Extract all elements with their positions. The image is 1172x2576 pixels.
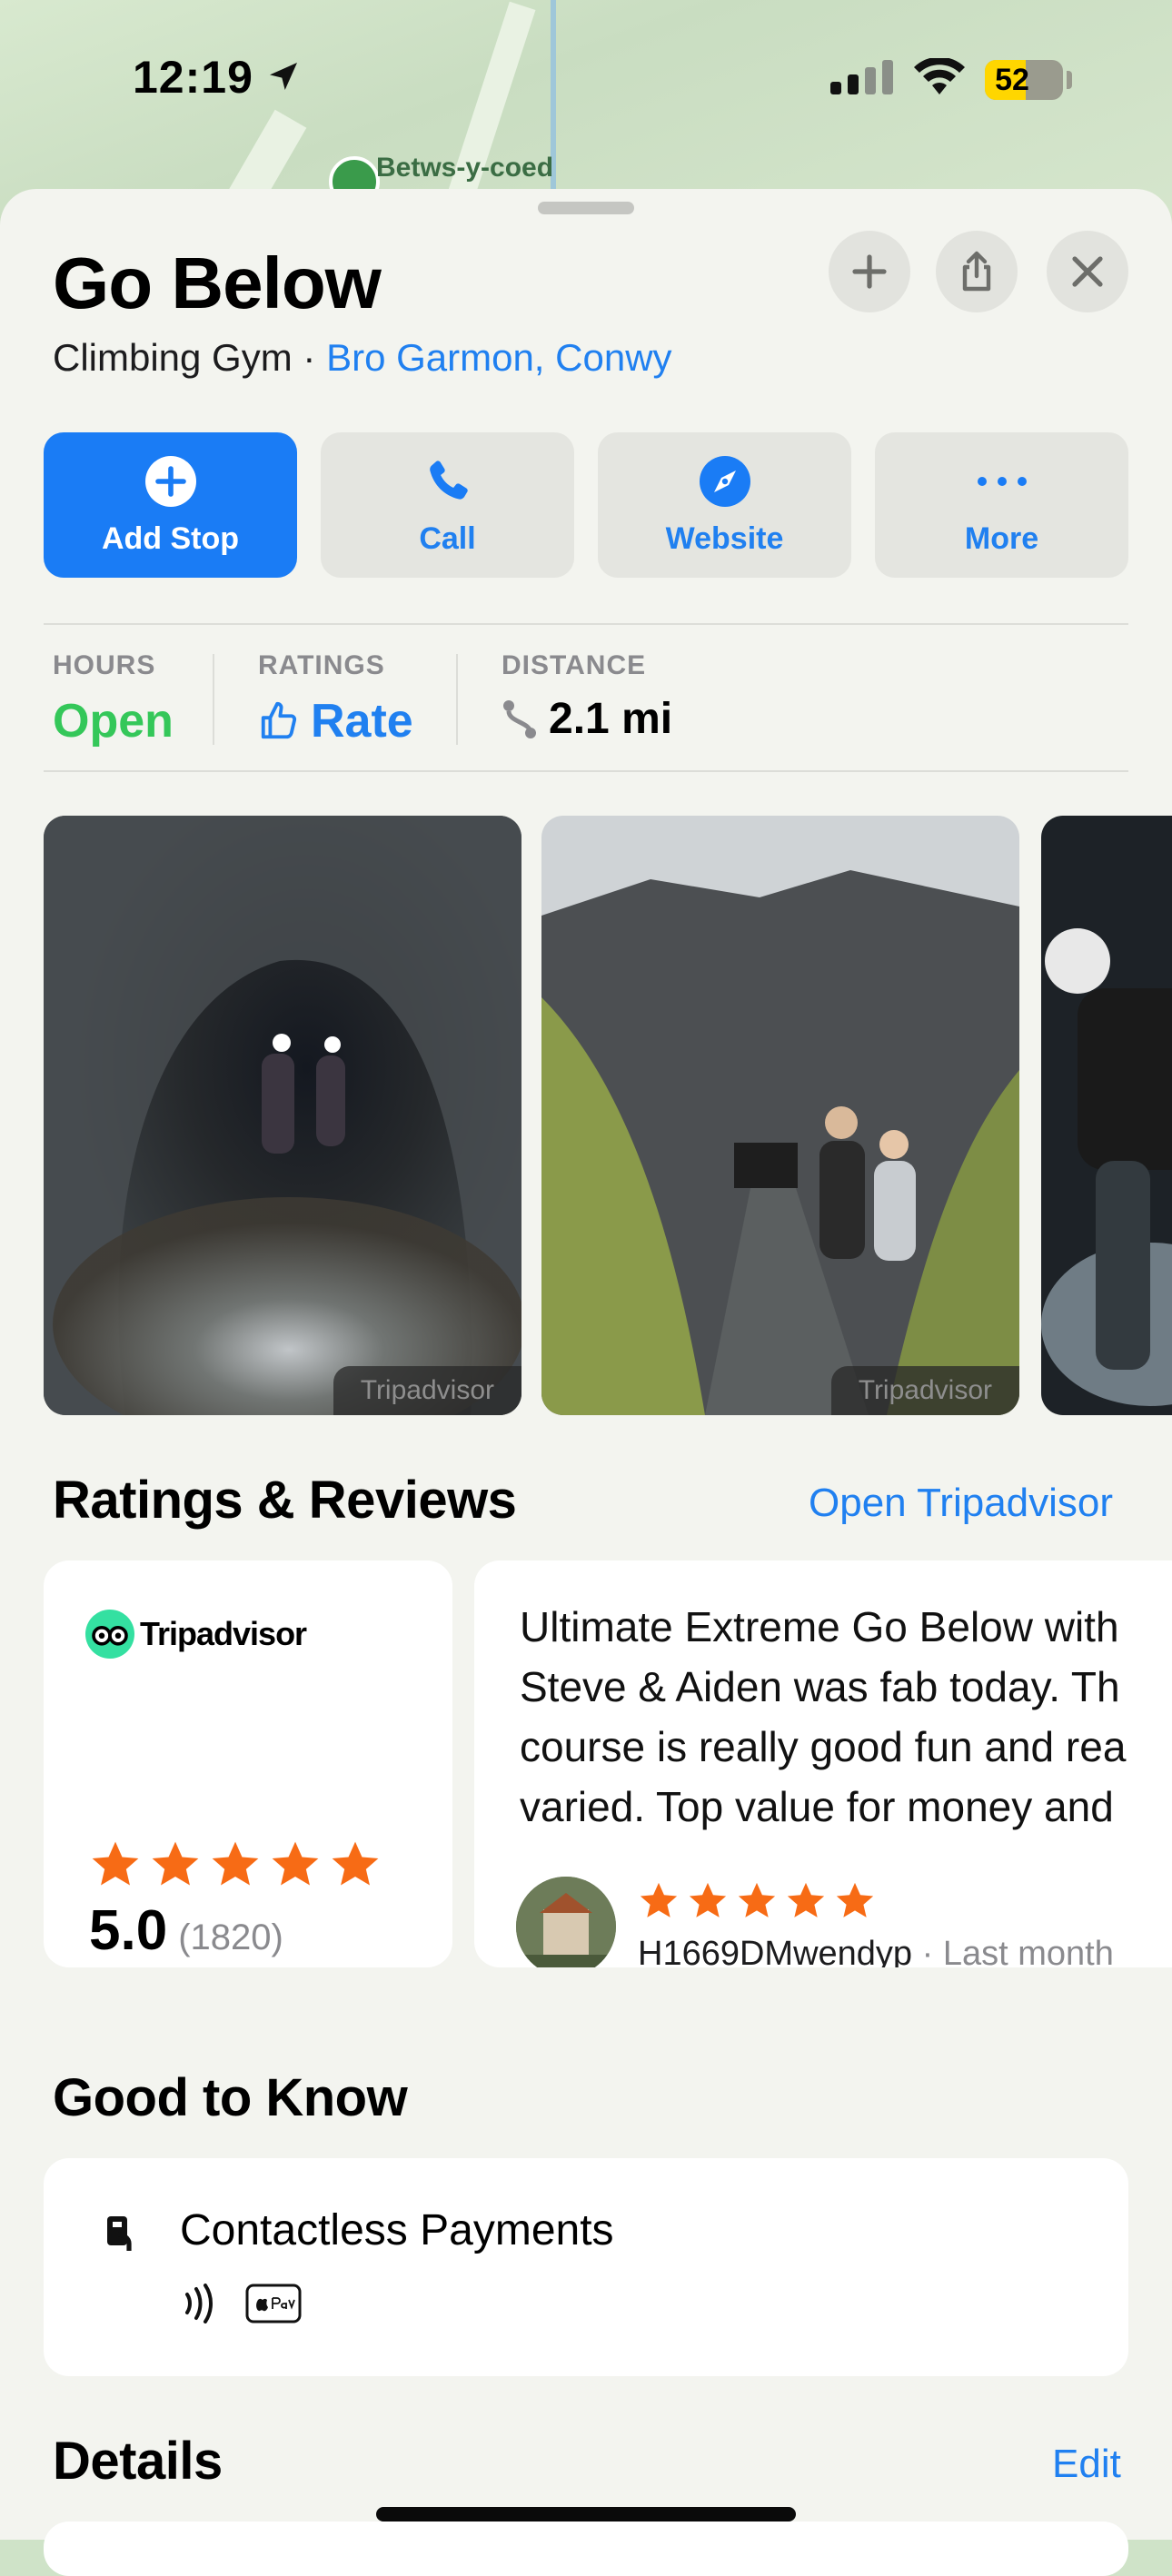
photo-carousel[interactable]: Tripadvisor Tripadvisor — [44, 816, 1172, 1415]
divider — [44, 623, 1128, 625]
rating-summary-card[interactable]: Tripadvisor 5.0 (1820) — [44, 1560, 452, 1967]
star-icon — [272, 1841, 319, 1886]
star-icon — [640, 1882, 678, 1917]
apple-pay-icon — [245, 2284, 302, 2323]
review-count: (1820) — [178, 1917, 283, 1957]
place-title: Go Below — [53, 243, 382, 323]
cellular-signal-icon — [830, 60, 893, 94]
good-to-know-card: Contactless Payments — [44, 2158, 1128, 2376]
photo-mine-entrance[interactable]: Tripadvisor — [541, 816, 1019, 1415]
distance-value: 2.1 mi — [549, 695, 673, 743]
battery-icon: 52 — [985, 60, 1063, 100]
place-location-link[interactable]: Bro Garmon, Conwy — [326, 336, 671, 379]
sheet-grabber[interactable] — [538, 202, 634, 214]
wifi-icon — [914, 58, 965, 94]
rating-score: 5.0 (1820) — [89, 1898, 283, 1963]
star-icon — [738, 1882, 776, 1917]
hours-info[interactable]: HOURS Open — [53, 650, 174, 748]
home-indicator[interactable] — [376, 2507, 796, 2522]
ratings-info[interactable]: RATINGS Rate — [258, 650, 413, 748]
plus-icon — [852, 254, 887, 289]
reviewer-line: H1669DMwendyp · Last month — [638, 1935, 1114, 1967]
star-icon — [689, 1882, 727, 1917]
nfc-icon — [185, 2284, 213, 2323]
review-text: Ultimate Extreme Go Below with Steve & A… — [520, 1597, 1172, 1837]
status-time: 12:19 — [133, 52, 253, 103]
score-value: 5.0 — [89, 1899, 168, 1962]
place-subtitle: Climbing Gym · Bro Garmon, Conwy — [53, 336, 672, 380]
star-icon — [787, 1882, 825, 1917]
route-icon — [503, 699, 536, 738]
tripadvisor-logo: Tripadvisor — [85, 1610, 307, 1659]
photo-climber[interactable] — [1041, 816, 1172, 1415]
thumbs-up-icon — [261, 701, 297, 739]
review-line: course is really good fun and rea — [520, 1723, 1127, 1770]
action-buttons: Add Stop Call Website More — [44, 432, 1128, 578]
review-date: · Last month — [912, 1935, 1114, 1967]
share-icon — [962, 251, 991, 292]
hours-label: HOURS — [53, 650, 156, 680]
distance-info[interactable]: DISTANCE 2.1 mi — [502, 650, 672, 744]
website-label: Website — [665, 520, 784, 556]
add-stop-button[interactable]: Add Stop — [44, 432, 297, 578]
place-category: Climbing Gym — [53, 336, 293, 379]
star-icon — [212, 1841, 259, 1886]
star-icon — [836, 1882, 874, 1917]
summary-stars — [89, 1838, 382, 1891]
ratings-reviews-title: Ratings & Reviews — [53, 1471, 517, 1530]
photo-tunnel[interactable]: Tripadvisor — [44, 816, 521, 1415]
star-icon — [332, 1841, 379, 1886]
ratings-label: RATINGS — [258, 650, 385, 680]
contactless-payment-icon — [107, 2216, 132, 2251]
place-sheet: Go Below Climbing Gym · Bro Garmon, Conw… — [0, 189, 1172, 2576]
distance-label: DISTANCE — [502, 650, 647, 680]
review-card[interactable]: Ultimate Extreme Go Below with Steve & A… — [474, 1560, 1172, 1967]
open-tripadvisor-link[interactable]: Open Tripadvisor — [809, 1481, 1113, 1526]
review-line: Steve & Aiden was fab today. Th — [520, 1663, 1120, 1710]
status-bar: 12:19 52 — [0, 0, 1172, 154]
photo-credit: Tripadvisor — [830, 1366, 1019, 1415]
edit-details-link[interactable]: Edit — [1052, 2442, 1121, 2487]
star-icon — [92, 1841, 139, 1886]
photo-credit: Tripadvisor — [333, 1366, 521, 1415]
compass-icon — [699, 455, 750, 507]
call-button[interactable]: Call — [321, 432, 574, 578]
subtitle-separator: · — [303, 336, 316, 379]
call-label: Call — [419, 520, 476, 556]
reviewer-avatar — [516, 1877, 616, 1967]
rate-value: Rate — [311, 695, 413, 748]
more-label: More — [964, 520, 1039, 556]
details-card — [44, 2522, 1128, 2576]
details-title: Details — [53, 2432, 223, 2491]
close-icon — [1072, 256, 1103, 287]
divider — [44, 770, 1128, 772]
reviewer-name: H1669DMwendyp — [638, 1935, 913, 1967]
photo-image — [1041, 816, 1172, 1415]
plus-circle-icon — [144, 455, 196, 507]
good-to-know-title: Good to Know — [53, 2068, 408, 2127]
photo-image — [541, 816, 1019, 1415]
ellipsis-icon — [977, 476, 1027, 486]
photo-image — [44, 816, 521, 1415]
hours-value: Open — [53, 695, 174, 748]
review-line: Ultimate Extreme Go Below with — [520, 1603, 1119, 1650]
add-button[interactable] — [829, 231, 910, 312]
tripadvisor-wordmark: Tripadvisor — [140, 1615, 307, 1652]
review-line: varied. Top value for money and — [520, 1783, 1114, 1830]
share-button[interactable] — [936, 231, 1018, 312]
map-place-label: Betws-y-coed — [376, 153, 554, 183]
location-arrow-icon — [270, 63, 297, 90]
tripadvisor-owl-icon — [85, 1610, 134, 1659]
website-button[interactable]: Website — [598, 432, 851, 578]
add-stop-label: Add Stop — [101, 520, 240, 556]
star-icon — [152, 1841, 199, 1886]
review-stars — [638, 1880, 876, 1922]
more-button[interactable]: More — [875, 432, 1128, 578]
phone-icon — [429, 460, 468, 500]
contactless-payments-label: Contactless Payments — [180, 2206, 614, 2254]
close-button[interactable] — [1047, 231, 1128, 312]
battery-level: 52 — [995, 63, 1029, 97]
